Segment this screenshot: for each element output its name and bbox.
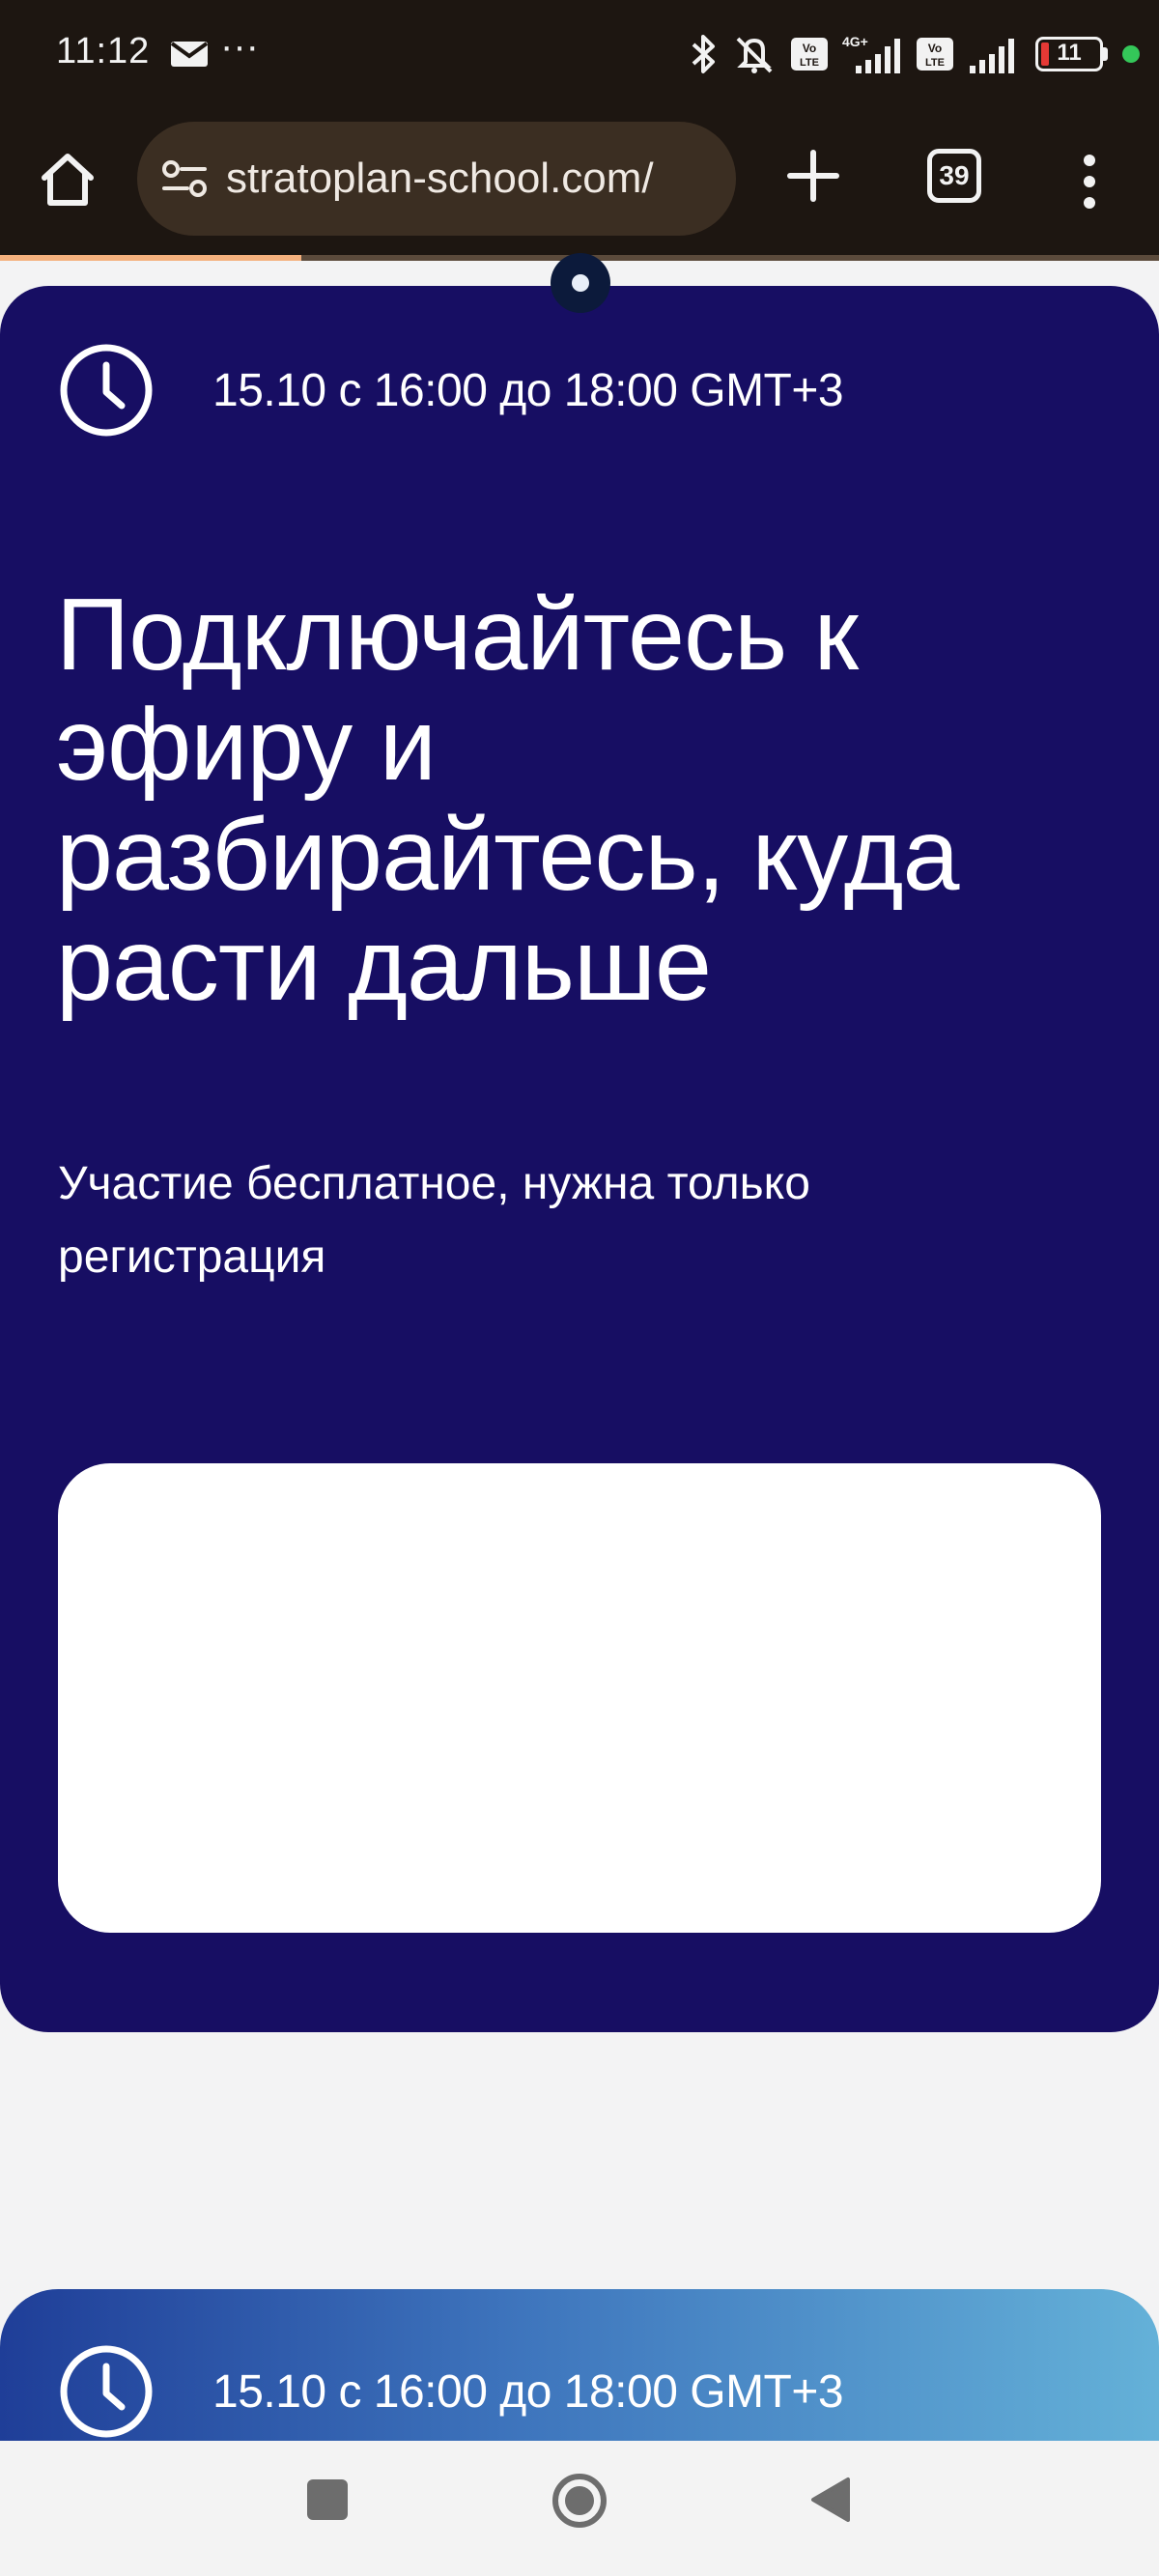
more-notifications-icon: ···	[220, 25, 259, 68]
browser-toolbar: stratoplan-school.com/ 39	[0, 116, 1159, 241]
svg-text:Vo: Vo	[928, 42, 942, 55]
clock-icon	[60, 2345, 153, 2438]
back-icon[interactable]	[809, 2476, 852, 2524]
svg-text:LTE: LTE	[925, 57, 945, 69]
page-load-progress-fill	[0, 255, 301, 261]
svg-text:Vo: Vo	[803, 42, 816, 55]
svg-text:4G+: 4G+	[842, 34, 868, 49]
site-settings-icon[interactable]	[160, 157, 209, 200]
home-icon[interactable]	[37, 149, 99, 211]
event-datetime-secondary: 15.10 с 16:00 до 18:00 GMT+3	[58, 2343, 844, 2440]
system-nav-bar	[0, 2441, 1159, 2576]
headline-line: разбирайтесь, куда	[56, 798, 959, 912]
volte-icon: Vo LTE	[791, 38, 828, 71]
status-bar: 11:12 ··· Vo LTE 4G+ Vo LTE 11	[0, 0, 1159, 106]
event-card: 15.10 с 16:00 до 18:00 GMT+3 Подключайте…	[0, 286, 1159, 2032]
recents-icon[interactable]	[307, 2479, 348, 2520]
event-date-text: 15.10 с 16:00 до 18:00 GMT+3	[212, 364, 844, 416]
status-icons: Vo LTE 4G+ Vo LTE 11	[690, 27, 1140, 81]
status-time: 11:12	[56, 31, 151, 71]
headline-line: Подключайтесь к	[56, 578, 859, 692]
svg-text:LTE: LTE	[800, 57, 819, 69]
home-circle-icon[interactable]	[551, 2472, 608, 2530]
scroll-indicator[interactable]	[551, 253, 610, 313]
event-date-text: 15.10 с 16:00 до 18:00 GMT+3	[212, 2365, 844, 2418]
privacy-dot-icon	[1122, 45, 1140, 63]
headline-line: расти дальше	[56, 908, 712, 1022]
clock-icon	[60, 344, 153, 437]
bluetooth-icon	[692, 35, 715, 73]
more-menu-icon[interactable]	[1074, 153, 1105, 211]
registration-form-area[interactable]	[58, 1463, 1101, 1933]
address-bar[interactable]: stratoplan-school.com/	[137, 122, 736, 236]
battery-icon: 11	[1035, 37, 1109, 71]
tab-switcher-button[interactable]: 39	[927, 149, 981, 203]
headline-line: эфиру и	[56, 688, 437, 802]
mute-icon	[736, 37, 773, 73]
subtext-line: регистрация	[58, 1231, 326, 1283]
browser-chrome: 11:12 ··· Vo LTE 4G+ Vo LTE 11 stratopla…	[0, 0, 1159, 261]
mail-icon	[170, 42, 209, 67]
battery-level: 11	[1057, 40, 1082, 66]
signal-4g-icon: 4G+	[842, 34, 900, 73]
volte-icon: Vo LTE	[917, 38, 953, 71]
event-subtext: Участие бесплатное, нужна только регистр…	[58, 1147, 1024, 1294]
subtext-line: Участие бесплатное, нужна только	[58, 1158, 810, 1209]
event-datetime: 15.10 с 16:00 до 18:00 GMT+3	[58, 342, 844, 439]
event-headline: Подключайтесь к эфиру и разбирайтесь, ку…	[56, 580, 1118, 1020]
url-text[interactable]: stratoplan-school.com/	[226, 155, 728, 203]
signal-icon	[970, 39, 1014, 73]
new-tab-icon[interactable]	[782, 145, 844, 207]
